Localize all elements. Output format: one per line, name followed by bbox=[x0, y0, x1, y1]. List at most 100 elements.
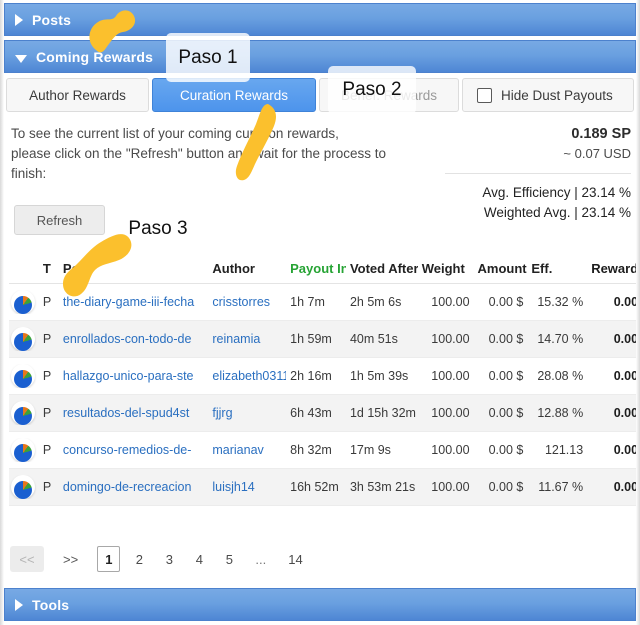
refresh-button[interactable]: Refresh bbox=[14, 205, 105, 235]
pagination-page-14[interactable]: 14 bbox=[281, 546, 309, 572]
pie-chart-glyph bbox=[14, 370, 32, 388]
cell-weight: 100.00 bbox=[431, 443, 470, 457]
pie-chart-glyph bbox=[14, 407, 32, 425]
tab-curation-rewards-label: Curation Rewards bbox=[179, 87, 289, 103]
cell-post[interactable]: domingo-de-recreacion bbox=[59, 480, 209, 494]
pie-chart-icon-circle bbox=[11, 401, 35, 425]
pagination-next[interactable]: >> bbox=[56, 546, 85, 572]
pie-chart-icon-circle bbox=[11, 438, 35, 462]
cell-post[interactable]: enrollados-con-todo-de bbox=[59, 332, 209, 346]
pagination-ellipsis: ... bbox=[255, 551, 267, 567]
annotation-paso-2: Paso 2 bbox=[328, 66, 416, 114]
total-usd-value: ~ 0.07 USD bbox=[563, 146, 631, 161]
table-row[interactable]: Pconcurso-remedios-de-marianav 8h 32m 17m … bbox=[9, 432, 640, 469]
hide-dust-payouts-label: Hide Dust Payouts bbox=[501, 87, 613, 103]
cell-payout-in: 6h 43m bbox=[290, 406, 332, 420]
cell-payout-in: 8h 32m bbox=[290, 443, 332, 457]
table-row[interactable]: Presultados-del-spud4st fjjrg 6h 43m 1d 15h… bbox=[9, 395, 640, 432]
cell-reward: 0.004 bbox=[613, 443, 640, 457]
cell-author[interactable]: crisstorres bbox=[208, 295, 286, 309]
section-header-coming-rewards[interactable]: Coming Rewards bbox=[4, 40, 636, 73]
cell-t: P bbox=[42, 443, 52, 457]
col-header-voted-after[interactable]: Voted After bbox=[346, 261, 418, 276]
section-label-coming-rewards: Coming Rewards bbox=[36, 48, 154, 65]
cell-weight: 100.00 bbox=[431, 369, 470, 383]
pagination-page-3[interactable]: 3 bbox=[158, 546, 180, 572]
col-header-post[interactable]: Po bbox=[59, 261, 209, 276]
pie-chart-icon bbox=[9, 364, 39, 388]
cell-author[interactable]: fjjrg bbox=[208, 406, 286, 420]
annotation-paso-1: Paso 1 bbox=[166, 33, 250, 82]
section-header-posts[interactable]: Posts bbox=[4, 3, 636, 36]
cell-post[interactable]: the-diary-game-iii-fecha bbox=[59, 295, 209, 309]
pie-chart-icon-circle bbox=[11, 327, 35, 351]
cell-amount: 0.00 $ bbox=[488, 369, 524, 383]
cell-voted-after: 3h 53m 21s bbox=[349, 480, 416, 494]
checkbox-icon[interactable] bbox=[477, 87, 492, 103]
cell-eff: 14.70 % bbox=[537, 332, 584, 346]
table-row[interactable]: Pdomingo-de-recreacion luisjh14 16h 52m 3h … bbox=[9, 469, 640, 506]
cell-t: P bbox=[42, 369, 52, 383]
section-label-tools: Tools bbox=[32, 596, 70, 613]
pie-chart-glyph bbox=[14, 444, 32, 462]
cell-weight: 100.00 bbox=[431, 480, 470, 494]
col-header-type[interactable]: T bbox=[39, 261, 59, 276]
table-row[interactable]: Pthe-diary-game-iii-fecha crisstorres 1h 7… bbox=[9, 284, 640, 321]
cell-eff: 12.88 % bbox=[537, 406, 584, 420]
cell-author[interactable]: luisjh14 bbox=[208, 480, 286, 494]
pie-chart-glyph bbox=[14, 333, 32, 351]
cell-voted-after: 1d 15h 32m bbox=[349, 406, 416, 420]
pagination-page-1[interactable]: 1 bbox=[97, 546, 121, 572]
steem-rewards-panel: Posts Coming Rewards Author Rewards Cura… bbox=[0, 0, 640, 625]
cell-voted-after: 17m 9s bbox=[349, 443, 391, 457]
curation-rewards-table: T Po Author Payout In Voted After Weight… bbox=[9, 252, 640, 506]
cell-eff: 121.13 bbox=[544, 443, 584, 457]
cell-post[interactable]: resultados-del-spud4st bbox=[59, 406, 209, 420]
col-header-eff[interactable]: Eff. bbox=[527, 261, 587, 276]
pagination-page-4[interactable]: 4 bbox=[188, 546, 210, 572]
cell-amount: 0.00 $ bbox=[488, 332, 524, 346]
cell-t: P bbox=[42, 295, 52, 309]
summary-divider bbox=[445, 173, 631, 174]
col-header-reward[interactable]: Reward S bbox=[587, 261, 640, 276]
cell-voted-after: 2h 5m 6s bbox=[349, 295, 402, 309]
col-header-amount[interactable]: Amount bbox=[474, 261, 528, 276]
pagination-prev[interactable]: << bbox=[10, 546, 44, 572]
pagination-page-2[interactable]: 2 bbox=[128, 546, 150, 572]
total-sp-value: 0.189 SP bbox=[571, 126, 631, 142]
cell-weight: 100.00 bbox=[431, 332, 470, 346]
triangle-right-icon bbox=[15, 598, 23, 611]
hide-dust-payouts-toggle[interactable]: Hide Dust Payouts bbox=[462, 78, 634, 112]
cell-author[interactable]: marianav bbox=[208, 443, 286, 457]
cell-reward: 0.003 bbox=[613, 369, 640, 383]
rewards-tab-row: Author Rewards Curation Rewards Benef. R… bbox=[6, 78, 634, 112]
cell-author[interactable]: elizabeth0311 bbox=[208, 369, 286, 383]
col-header-weight[interactable]: Weight bbox=[418, 261, 474, 276]
table-row[interactable]: Penrollados-con-todo-de reinamia 1h 59m 40m… bbox=[9, 321, 640, 358]
cell-payout-in: 1h 7m bbox=[290, 295, 325, 309]
cell-eff: 28.08 % bbox=[537, 369, 584, 383]
instructions-line-2: please click on the "Refresh" button and… bbox=[11, 146, 387, 161]
section-header-tools[interactable]: Tools bbox=[4, 588, 636, 621]
cell-amount: 0.00 $ bbox=[488, 295, 524, 309]
instructions-text: To see the current list of your coming c… bbox=[11, 124, 431, 184]
cell-reward: 0.001 bbox=[613, 295, 640, 309]
cell-post[interactable]: concurso-remedios-de- bbox=[59, 443, 209, 457]
pagination-page-5[interactable]: 5 bbox=[218, 546, 240, 572]
pie-chart-icon bbox=[9, 438, 39, 462]
tab-author-rewards[interactable]: Author Rewards bbox=[6, 78, 149, 112]
rewards-summary-panel: 0.189 SP ~ 0.07 USD Avg. Efficiency | 23… bbox=[445, 124, 631, 223]
tab-curation-rewards[interactable]: Curation Rewards bbox=[152, 78, 316, 112]
weighted-avg-value: Weighted Avg. | 23.14 % bbox=[483, 205, 631, 220]
pie-chart-icon bbox=[9, 401, 39, 425]
col-header-author[interactable]: Author bbox=[208, 261, 286, 276]
table-row[interactable]: Phallazgo-unico-para-ste elizabeth0311 2h … bbox=[9, 358, 640, 395]
cell-post[interactable]: hallazgo-unico-para-ste bbox=[59, 369, 209, 383]
cell-author[interactable]: reinamia bbox=[208, 332, 286, 346]
cell-amount: 0.00 $ bbox=[488, 443, 524, 457]
cell-t: P bbox=[42, 480, 52, 494]
pie-chart-icon bbox=[9, 475, 39, 499]
pie-chart-icon-circle bbox=[11, 475, 35, 499]
cell-amount: 0.00 $ bbox=[488, 406, 524, 420]
col-header-payout-in[interactable]: Payout In bbox=[286, 261, 346, 276]
